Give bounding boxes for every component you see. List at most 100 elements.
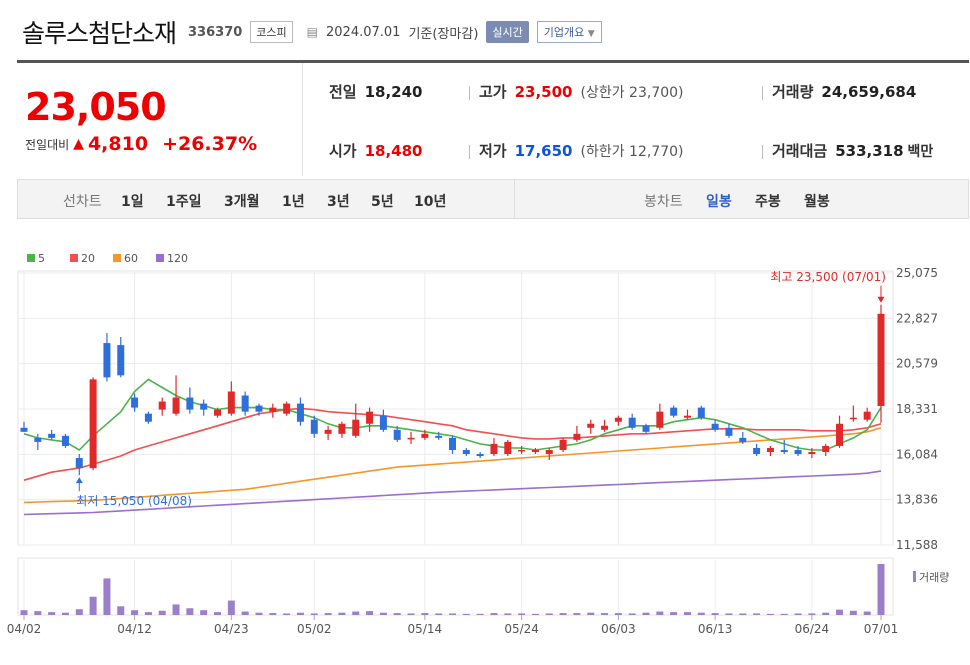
candle-body: [158, 401, 166, 410]
candle-body: [144, 413, 152, 422]
separator: [469, 86, 470, 100]
annotations: 최고 23,500 (07/01) 최저 15,050 (04/08): [75, 270, 886, 508]
volume-bar: [642, 612, 650, 615]
lower-limit: (하한가 12,770): [580, 143, 684, 160]
volume-bar: [296, 612, 304, 615]
volume-bar: [836, 609, 844, 615]
prev-label: 전일: [329, 83, 357, 101]
candle-body: [393, 429, 401, 440]
y-tick-label: 18,331: [896, 402, 938, 416]
volume-bar: [587, 612, 595, 615]
volume-bar: [725, 613, 733, 615]
tab-1w[interactable]: 1주일: [166, 191, 202, 211]
tab-candle-chart[interactable]: 봉차트: [644, 191, 683, 211]
candle-body: [490, 443, 498, 455]
legend-label: 120: [167, 252, 188, 265]
candle-body: [462, 449, 470, 455]
volume-bar: [739, 613, 747, 615]
volume-bar: [269, 613, 277, 615]
volume-bar: [518, 613, 526, 615]
candle-body: [421, 433, 429, 438]
volume-bar: [20, 610, 28, 615]
candle-body: [656, 411, 664, 428]
x-tick-label: 04/02: [7, 622, 42, 636]
candle-body: [531, 449, 539, 452]
candle-body: [877, 313, 885, 407]
legend-label: 5: [38, 252, 45, 265]
realtime-button[interactable]: 실시간: [486, 21, 529, 43]
separator: [469, 145, 470, 159]
candle-body: [338, 423, 346, 434]
tab-daily[interactable]: 일봉: [706, 191, 732, 211]
candle-body: [642, 425, 650, 432]
candlestick-chart: 5 20 60 120 25,075 22,827 20,579 18,331 16,084 1…: [7, 252, 950, 636]
candle-body: [20, 427, 28, 432]
chevron-down-icon: ▼: [587, 29, 595, 39]
volume-bar: [683, 612, 691, 615]
y-tick-label: 25,075: [896, 266, 938, 280]
tab-3y[interactable]: 3년: [327, 191, 350, 211]
volume-bar: [241, 611, 249, 615]
tab-weekly[interactable]: 주봉: [755, 191, 781, 211]
candle-body: [683, 415, 691, 418]
volume-bar: [573, 613, 581, 615]
candle-body: [255, 405, 263, 412]
tab-1d[interactable]: 1일: [121, 191, 144, 211]
volume-bar: [614, 613, 622, 615]
market-badge: 코스피: [250, 21, 293, 43]
y-tick-label: 13,836: [896, 493, 938, 507]
volume-bar: [255, 612, 263, 615]
candle-body: [836, 423, 844, 446]
candle-body: [131, 397, 139, 408]
volume-bar: [89, 596, 97, 615]
candle-body: [283, 403, 291, 414]
candle-body: [324, 429, 332, 434]
volume-bar: [697, 612, 705, 615]
open-value: 18,480: [364, 141, 423, 160]
tab-10y[interactable]: 10년: [414, 191, 446, 211]
legend-swatch: [113, 254, 121, 262]
x-tick-label: 04/23: [214, 622, 249, 636]
candle-body: [449, 437, 456, 450]
volume-bar: [849, 610, 857, 615]
stock-name: 솔루스첨단소재: [22, 19, 177, 48]
legend-swatch: [70, 254, 78, 262]
y-tick-label: 16,084: [896, 447, 938, 461]
candle-body: [808, 451, 816, 455]
tab-3m[interactable]: 3개월: [224, 191, 260, 211]
candle-body: [435, 435, 443, 438]
candle-body: [214, 409, 222, 416]
low-label: 저가: [479, 142, 507, 160]
candle-body: [241, 395, 249, 412]
candle-body: [587, 423, 595, 428]
volume-bar: [407, 613, 415, 615]
candle-body: [614, 417, 622, 422]
tab-5y[interactable]: 5년: [371, 191, 394, 211]
volume-bar: [601, 613, 609, 615]
volume-bar: [158, 610, 166, 615]
candle-body: [117, 345, 125, 376]
low-annotation: 최저 15,050 (04/08): [76, 494, 192, 508]
tab-line-chart[interactable]: 선차트: [63, 191, 102, 211]
corp-info-button[interactable]: 기업개요 ▼: [536, 21, 602, 43]
candle-body: [476, 454, 484, 457]
legend-label: 60: [124, 252, 138, 265]
volume-info: 거래량 24,659,684: [772, 81, 916, 102]
change-percent: +26.37%: [162, 133, 258, 155]
x-tick-label: 07/01: [864, 622, 899, 636]
tab-1y[interactable]: 1년: [282, 191, 305, 211]
volume-bar: [324, 613, 332, 615]
candles: [20, 304, 885, 476]
volume-bar: [421, 613, 429, 615]
tab-monthly[interactable]: 월봉: [804, 191, 830, 211]
candle-body: [697, 407, 705, 418]
candle-body: [200, 403, 208, 410]
volume-bar: [711, 613, 719, 615]
candle-body: [670, 407, 678, 416]
candle-body: [739, 437, 747, 442]
volume-bar: [656, 611, 664, 615]
volume-bar: [766, 613, 774, 615]
volume-bar: [808, 613, 816, 615]
high-arrow-head: [877, 296, 885, 303]
stock-code: 336370: [188, 24, 243, 40]
